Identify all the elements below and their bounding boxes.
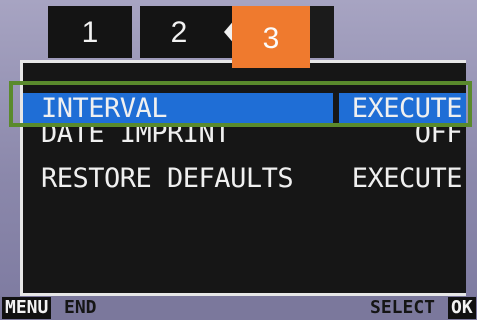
menu-item-date-imprint[interactable]: DATE IMPRINT OFF [23,127,466,153]
menu-item-restore-defaults[interactable]: RESTORE DEFAULTS EXECUTE [23,163,466,197]
footer-bar: MENU END SELECT OK [0,296,477,320]
tab-3[interactable]: 3 [232,6,310,68]
ok-key[interactable]: OK [448,297,476,319]
menu-item-label: INTERVAL [41,93,168,124]
tab-2[interactable]: 2 [140,6,238,58]
menu-key[interactable]: MENU [2,297,52,319]
menu-item-label: DATE IMPRINT [41,127,231,149]
tab-3-label: 3 [262,22,280,55]
tab-2-label: 2 [170,16,188,49]
tab-1-label: 1 [81,16,99,49]
menu-item-interval[interactable]: INTERVAL EXECUTE [23,93,466,127]
select-label: SELECT [370,297,436,318]
end-label: END [64,297,97,318]
selection-divider [333,93,339,127]
tab-1[interactable]: 1 [48,6,132,58]
menu-item-value: OFF [414,127,463,149]
menu-item-label: RESTORE DEFAULTS [41,163,294,194]
menu-item-value: EXECUTE [351,93,463,124]
tab-strip: 1 2 3 [20,0,477,68]
menu-item-value: EXECUTE [351,163,463,194]
tab-divider [310,6,334,58]
menu-panel: INTERVAL EXECUTE DATE IMPRINT OFF RESTOR… [20,60,466,296]
